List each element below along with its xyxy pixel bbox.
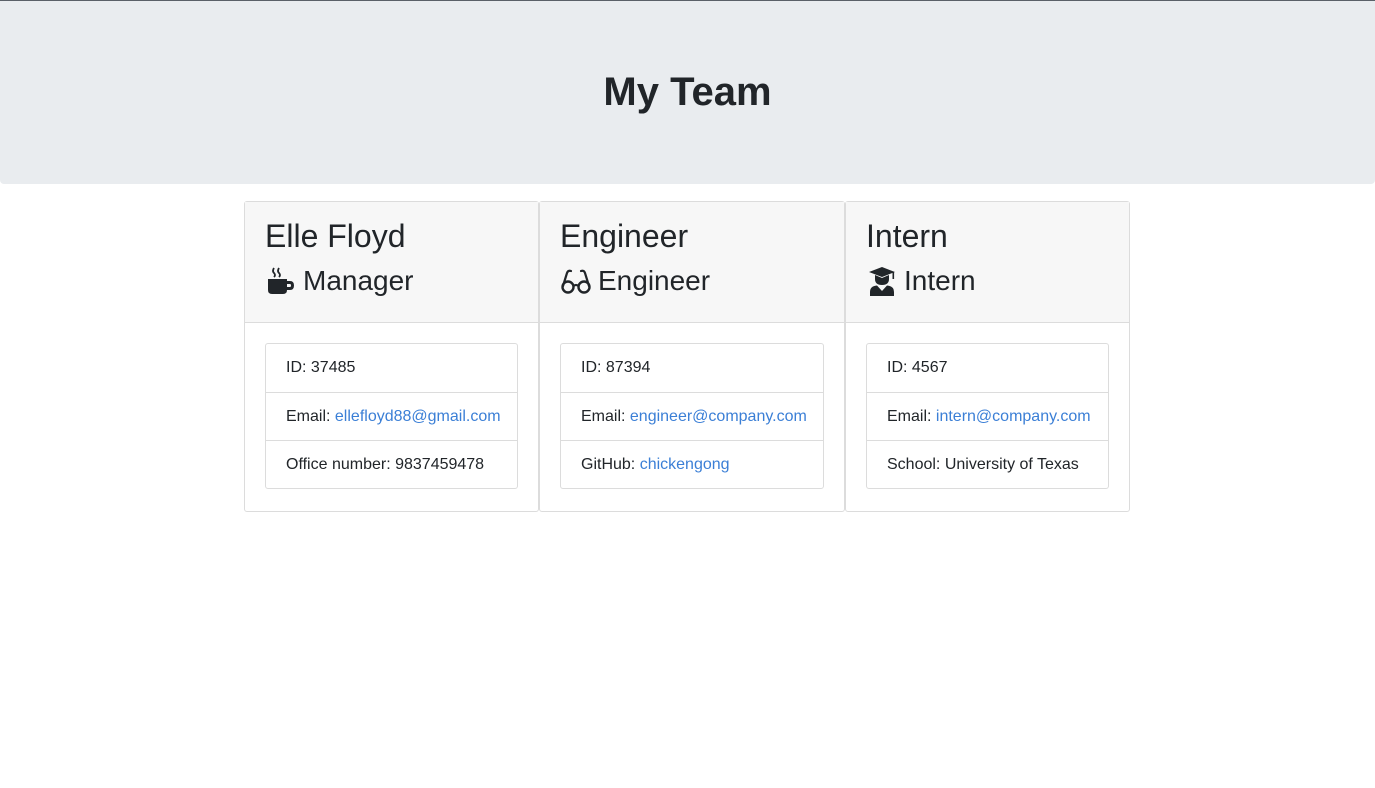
- id-value: 87394: [605, 359, 651, 376]
- id-item: ID: 37485: [266, 344, 517, 392]
- email-link[interactable]: ellefloyd88@gmail.com: [335, 408, 501, 425]
- role-label: Engineer: [598, 265, 711, 296]
- card-header: Elle Floyd Manager: [245, 202, 538, 323]
- employee-name: Elle Floyd: [265, 218, 406, 254]
- page-title: My Team: [603, 70, 772, 114]
- github-link[interactable]: chickengong: [640, 456, 730, 473]
- school-item: School: University of Texas: [867, 440, 1108, 488]
- email-link[interactable]: intern@company.com: [936, 408, 1091, 425]
- employee-card-intern: Intern Intern ID: 4567 Email: intern@com…: [845, 201, 1130, 512]
- details-list: ID: 4567 Email: intern@company.com Schoo…: [866, 343, 1109, 489]
- employee-name: Engineer: [560, 218, 689, 254]
- employee-name: Intern: [866, 218, 948, 254]
- details-list: ID: 87394 Email: engineer@company.com Gi…: [560, 343, 824, 489]
- employee-card-manager: Elle Floyd Manager ID: 37485 Email: elle…: [244, 201, 539, 512]
- github-label: GitHub:: [581, 456, 636, 473]
- page-header: My Team: [0, 0, 1375, 184]
- office-number-value: 9837459478: [395, 456, 485, 473]
- employee-role: Intern: [866, 264, 1109, 298]
- email-item: Email: intern@company.com: [867, 392, 1108, 440]
- employee-role: Engineer: [560, 264, 824, 298]
- id-item: ID: 87394: [561, 344, 823, 392]
- role-label: Intern: [904, 265, 976, 296]
- glasses-icon: [560, 265, 592, 297]
- id-value: 37485: [310, 359, 356, 376]
- role-label: Manager: [303, 265, 414, 296]
- coffee-mug-icon: [265, 265, 297, 297]
- card-header: Intern Intern: [846, 202, 1129, 323]
- school-label: School:: [887, 456, 941, 473]
- details-list: ID: 37485 Email: ellefloyd88@gmail.com O…: [265, 343, 518, 489]
- id-value: 4567: [911, 359, 948, 376]
- id-label: ID:: [887, 359, 908, 376]
- email-label: Email:: [286, 408, 331, 425]
- graduate-icon: [866, 265, 898, 297]
- email-item: Email: ellefloyd88@gmail.com: [266, 392, 517, 440]
- id-label: ID:: [581, 359, 602, 376]
- office-number-label: Office number:: [286, 456, 391, 473]
- github-item: GitHub: chickengong: [561, 440, 823, 488]
- email-label: Email:: [581, 408, 626, 425]
- office-number-item: Office number: 9837459478: [266, 440, 517, 488]
- email-item: Email: engineer@company.com: [561, 392, 823, 440]
- card-header: Engineer Engineer: [540, 202, 844, 323]
- school-value: University of Texas: [944, 456, 1079, 473]
- email-label: Email:: [887, 408, 932, 425]
- team-cards: Elle Floyd Manager ID: 37485 Email: elle…: [244, 201, 1130, 512]
- card-body: ID: 87394 Email: engineer@company.com Gi…: [540, 323, 844, 509]
- email-link[interactable]: engineer@company.com: [630, 408, 807, 425]
- card-body: ID: 4567 Email: intern@company.com Schoo…: [846, 323, 1129, 509]
- id-label: ID:: [286, 359, 307, 376]
- id-item: ID: 4567: [867, 344, 1108, 392]
- employee-card-engineer: Engineer Engineer ID: 87394 Email: engin: [539, 201, 845, 512]
- employee-role: Manager: [265, 264, 518, 298]
- card-body: ID: 37485 Email: ellefloyd88@gmail.com O…: [245, 323, 538, 509]
